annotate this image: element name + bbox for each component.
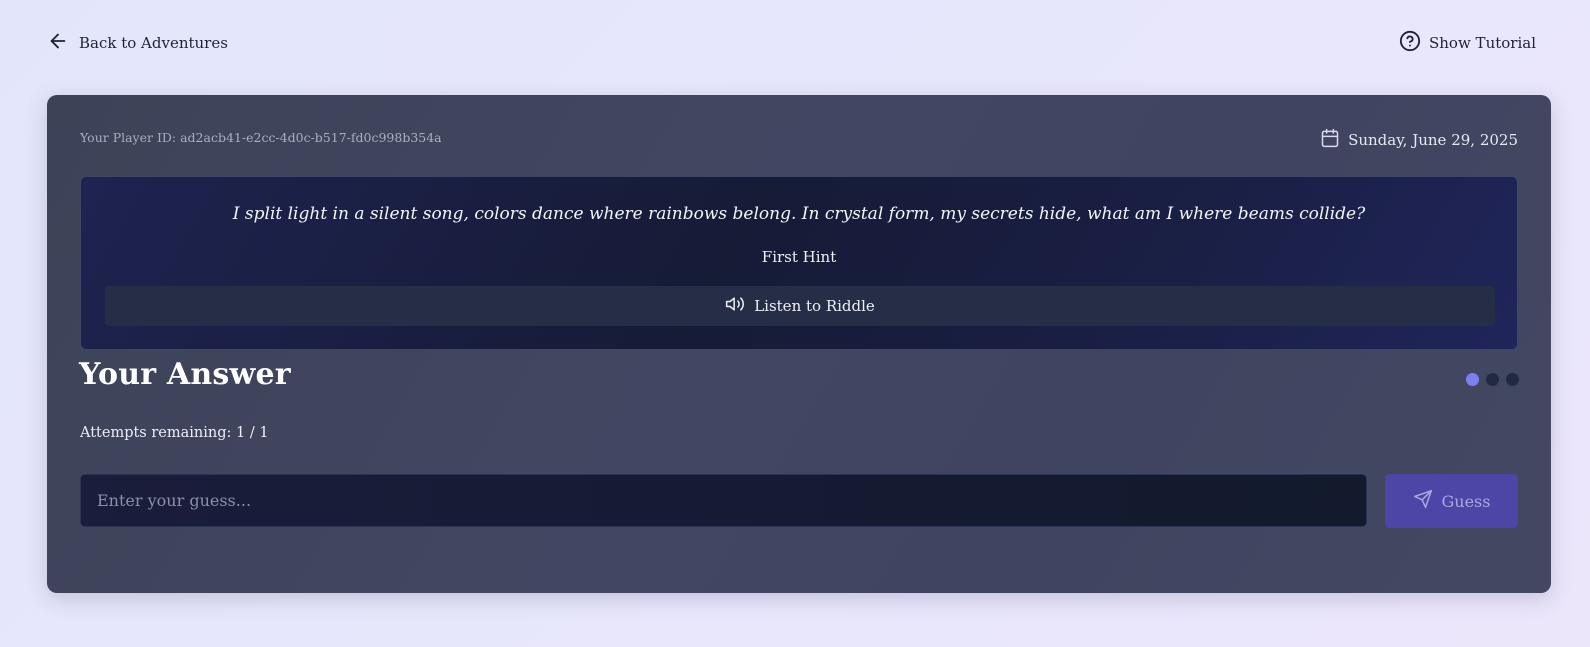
- help-circle-icon: [1399, 30, 1421, 56]
- show-tutorial-button[interactable]: Show Tutorial: [1399, 30, 1536, 56]
- player-id: Your Player ID: ad2acb41-e2cc-4d0c-b517-…: [80, 130, 442, 145]
- progress-dots: [1466, 373, 1519, 386]
- progress-dot-2: [1486, 373, 1499, 386]
- top-bar: Back to Adventures Show Tutorial: [0, 0, 1590, 86]
- guess-input[interactable]: [80, 474, 1367, 527]
- listen-label: Listen to Riddle: [754, 297, 875, 315]
- first-hint-label: First Hint: [761, 248, 837, 266]
- your-answer-heading: Your Answer: [79, 357, 291, 392]
- tutorial-label: Show Tutorial: [1428, 34, 1536, 52]
- riddle-box: I split light in a silent song, colors d…: [80, 176, 1518, 350]
- date-display: Sunday, June 29, 2025: [1320, 128, 1518, 152]
- progress-dot-1: [1466, 373, 1479, 386]
- back-to-adventures-link[interactable]: Back to Adventures: [47, 31, 228, 55]
- guess-button[interactable]: Guess: [1385, 474, 1518, 528]
- riddle-text: I split light in a silent song, colors d…: [232, 204, 1366, 224]
- arrow-left-icon: [47, 30, 69, 56]
- listen-to-riddle-button[interactable]: Listen to Riddle: [105, 286, 1495, 326]
- back-link-label: Back to Adventures: [79, 34, 228, 52]
- calendar-icon: [1320, 128, 1340, 152]
- date-label: Sunday, June 29, 2025: [1348, 131, 1518, 149]
- riddle-card: Your Player ID: ad2acb41-e2cc-4d0c-b517-…: [47, 95, 1551, 593]
- progress-dot-3: [1506, 373, 1519, 386]
- attempts-remaining: Attempts remaining: 1 / 1: [80, 425, 269, 441]
- speaker-icon: [725, 294, 745, 318]
- guess-label: Guess: [1441, 491, 1491, 511]
- send-icon: [1413, 489, 1433, 513]
